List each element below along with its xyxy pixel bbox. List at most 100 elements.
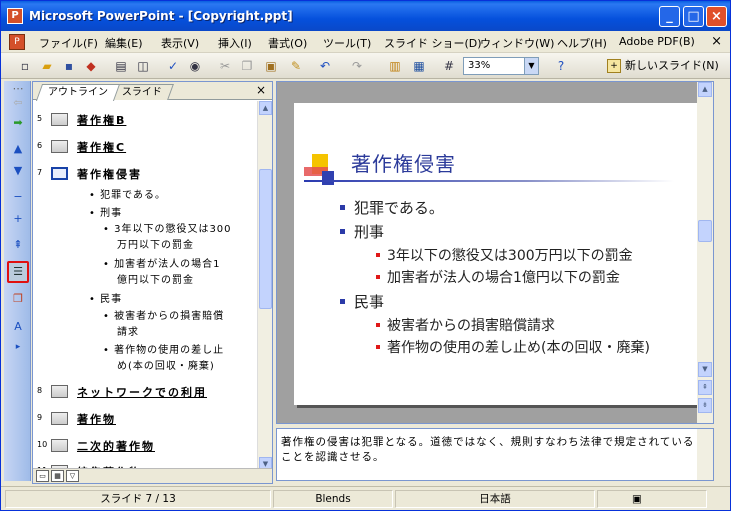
help-icon[interactable]: ? [553, 58, 569, 74]
outline-line[interactable]: • 犯罪である。 [89, 188, 166, 203]
scroll-up-icon[interactable]: ▲ [259, 101, 272, 115]
promote-icon[interactable]: ⇦ [10, 95, 26, 111]
menu-tools[interactable]: ツール(T) [323, 35, 371, 51]
outline-line[interactable]: • 刑事 [89, 206, 122, 221]
save-icon[interactable]: ▪ [61, 58, 77, 74]
menu-file[interactable]: ファイル(F) [39, 35, 98, 51]
slide-bullet[interactable]: 刑事 [339, 221, 384, 242]
outline-line[interactable]: • 民事 [89, 292, 122, 307]
copy-icon[interactable]: ❐ [239, 58, 255, 74]
new-icon[interactable]: ▫ [17, 58, 33, 74]
outline-line[interactable]: • 著作物の使用の差し止 [103, 343, 224, 358]
menu-format[interactable]: 書式(O) [268, 35, 307, 51]
slide-sub-bullet[interactable]: 被害者からの損害賠償請求 [376, 315, 555, 335]
menu-edit[interactable]: 編集(E) [105, 35, 143, 51]
slide-icon[interactable] [51, 412, 68, 425]
menu-slideshow[interactable]: スライド ショー(D) [384, 35, 482, 51]
move-up-icon[interactable]: ▲ [10, 141, 26, 157]
zoom-dropdown-icon[interactable]: ▼ [524, 58, 538, 74]
print-icon[interactable]: ▤ [113, 58, 129, 74]
previous-slide-icon[interactable]: ⇞ [698, 380, 712, 395]
slide-sorter-icon[interactable]: ▦ [51, 470, 64, 482]
scroll-up-icon[interactable]: ▲ [698, 82, 712, 97]
outline-line[interactable]: • 加害者が法人の場合1 [103, 257, 220, 272]
collapse-icon[interactable]: − [10, 189, 26, 205]
slide-icon[interactable] [51, 439, 68, 452]
scroll-down-icon[interactable]: ▼ [698, 362, 712, 377]
new-slide-button[interactable]: + 新しいスライド(N) [607, 57, 719, 75]
notes-pane[interactable]: 著作権の侵害は犯罪となる。道徳ではなく、規則すなわち法律で規定されていることを認… [276, 428, 714, 481]
permission-icon[interactable]: ◆ [83, 58, 99, 74]
minimize-button[interactable]: _ [659, 6, 680, 27]
slide-scrollbar[interactable]: ▲ ▼ ⇞ ⇟ [697, 82, 713, 423]
document-close-icon[interactable]: × [711, 34, 722, 49]
outline-line[interactable]: • 被害者からの損害賠償 [103, 309, 224, 324]
outline-slide-7[interactable]: 7 著作権侵害 [33, 164, 257, 184]
move-down-icon[interactable]: ▼ [10, 163, 26, 179]
summary-slide-icon[interactable]: ❐ [10, 291, 26, 307]
toolbar-options-icon[interactable]: ▸ [10, 339, 26, 355]
slide-canvas[interactable]: 著作権侵害 犯罪である。 刑事 3年以下の懲役又は300万円以下の罰金 加害者が… [294, 103, 697, 405]
outline-line[interactable]: 万円以下の罰金 [117, 238, 194, 253]
pane-close-icon[interactable]: × [256, 83, 266, 97]
slide-sub-bullet[interactable]: 著作物の使用の差し止め(本の回収・廃棄) [376, 337, 650, 357]
menu-help[interactable]: ヘルプ(H) [557, 35, 607, 51]
redo-icon[interactable]: ↷ [349, 58, 365, 74]
outline-line[interactable]: • 3年以下の懲役又は300 [103, 222, 232, 237]
outline-line[interactable]: 請求 [117, 325, 139, 340]
slide-title[interactable]: 著作権侵害 [351, 148, 456, 177]
tab-outline[interactable]: アウトライン [35, 84, 121, 101]
slide-title[interactable]: 著作権C [77, 139, 126, 155]
title-bar[interactable]: P Microsoft PowerPoint - [Copyright.ppt]… [1, 1, 730, 31]
tab-slides[interactable]: スライド [110, 84, 174, 100]
normal-view-icon[interactable]: ▭ [36, 470, 49, 482]
collapse-all-icon[interactable]: ⇞ [10, 237, 26, 253]
undo-icon[interactable]: ↶ [317, 58, 333, 74]
slideshow-view-icon[interactable]: ▽ [66, 470, 79, 482]
powerpoint-app-icon[interactable]: P [7, 8, 23, 24]
paste-icon[interactable]: ▣ [263, 58, 279, 74]
demote-icon[interactable]: ➡ [10, 115, 26, 131]
next-slide-icon[interactable]: ⇟ [698, 398, 712, 413]
slide-icon[interactable] [51, 385, 68, 398]
insert-table-icon[interactable]: ▦ [411, 58, 427, 74]
outline-slide-6[interactable]: 6 著作権C [33, 137, 257, 157]
outline-list[interactable]: 5 著作権B 6 著作権C 7 著作権侵害 • 犯罪である。 • 刑事 • 3年… [33, 102, 257, 472]
maximize-button[interactable]: □ [683, 6, 704, 27]
menu-window[interactable]: ウィンドウ(W) [480, 35, 554, 51]
slide-title[interactable]: 著作権侵害 [77, 166, 142, 182]
slide-title[interactable]: 著作物 [77, 411, 116, 427]
outline-scrollbar[interactable]: ▲ ▼ [257, 101, 272, 471]
show-grid-icon[interactable]: # [441, 58, 457, 74]
slide-title[interactable]: 著作権B [77, 112, 126, 128]
insert-chart-icon[interactable]: ▥ [387, 58, 403, 74]
outline-line[interactable]: め(本の回収・廃棄) [117, 359, 215, 374]
outline-slide-9[interactable]: 9 著作物 [33, 409, 257, 429]
cut-icon[interactable]: ✂ [217, 58, 233, 74]
slide-sub-bullet[interactable]: 加害者が法人の場合1億円以下の罰金 [376, 267, 620, 287]
scroll-thumb[interactable] [259, 169, 272, 309]
close-button[interactable]: × [706, 6, 727, 27]
outline-slide-5[interactable]: 5 著作権B [33, 110, 257, 130]
notes-text[interactable]: 著作権の侵害は犯罪となる。道徳ではなく、規則すなわち法律で規定されていることを認… [281, 436, 694, 463]
slide-bullet[interactable]: 民事 [339, 291, 384, 312]
zoom-select[interactable]: 33% ▼ [463, 57, 539, 75]
slide-bullet[interactable]: 犯罪である。 [340, 197, 444, 218]
research-icon[interactable]: ◉ [187, 58, 203, 74]
slide-icon[interactable] [51, 113, 68, 126]
outline-line[interactable]: 億円以下の罰金 [117, 273, 194, 288]
expand-icon[interactable]: + [10, 211, 26, 227]
slide-title[interactable]: ネットワークでの利用 [77, 384, 207, 400]
slide-title[interactable]: 二次的著作物 [77, 438, 155, 454]
slide-icon[interactable] [51, 140, 68, 153]
menu-view[interactable]: 表示(V) [161, 35, 199, 51]
slide-sub-bullet[interactable]: 3年以下の懲役又は300万円以下の罰金 [376, 245, 633, 265]
menu-insert[interactable]: 挿入(I) [218, 35, 252, 51]
notes-scrollbar[interactable] [697, 429, 713, 480]
spelling-icon[interactable]: ✓ [165, 58, 181, 74]
scroll-thumb[interactable] [698, 220, 712, 242]
document-icon[interactable]: P [9, 34, 25, 50]
outline-slide-10[interactable]: 10 二次的著作物 [33, 436, 257, 456]
show-formatting-icon[interactable]: A [10, 319, 26, 335]
spelling-status-icon[interactable]: ▣ [597, 490, 707, 508]
